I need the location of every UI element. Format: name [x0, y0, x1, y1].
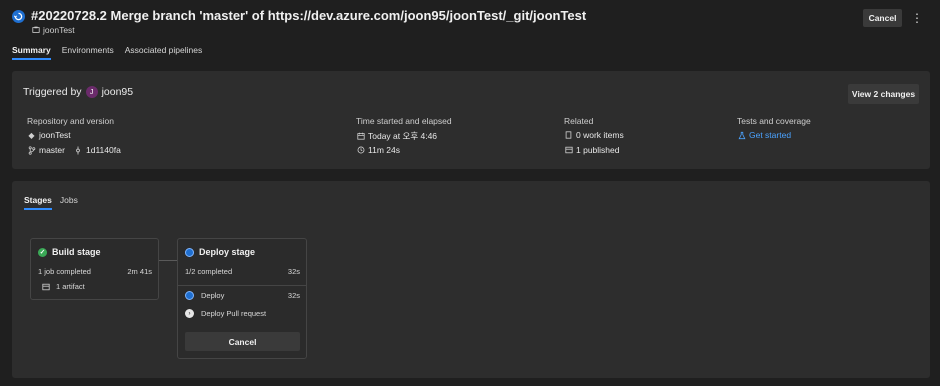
get-started-link[interactable]: Get started [749, 130, 791, 140]
flask-icon [737, 131, 746, 140]
deploy-stage-card[interactable]: Deploy stage 1/2 completed 32s Deploy 32… [177, 238, 307, 359]
deploy-stage-duration: 32s [287, 267, 300, 276]
build-stage-status: 1 job completed [38, 267, 91, 276]
build-stage-duration: 2m 41s [127, 267, 152, 276]
avatar: J [85, 86, 98, 98]
work-items-count[interactable]: 0 work items [576, 130, 624, 140]
tab-environments[interactable]: Environments [62, 45, 114, 60]
in-progress-icon [185, 291, 194, 300]
job-name[interactable]: Deploy Pull request [201, 309, 266, 318]
triggered-by-label: Triggered by [23, 86, 82, 98]
branch-icon [27, 145, 36, 155]
work-items-row[interactable]: 0 work items [564, 130, 624, 140]
tab-summary[interactable]: Summary [12, 45, 51, 60]
build-artifact-row[interactable]: 1 artifact [41, 282, 85, 291]
related-heading: Related [564, 116, 594, 126]
in-progress-icon [185, 247, 194, 257]
commit-icon [74, 145, 83, 155]
time-elapsed-row: 11m 24s [356, 145, 400, 155]
time-started-row: Today at 오후 4:46 [356, 130, 437, 142]
repository-row[interactable]: ◆ joonTest [27, 130, 71, 140]
in-progress-icon [14, 12, 23, 21]
tab-associated-pipelines[interactable]: Associated pipelines [125, 45, 203, 60]
cancel-run-button[interactable]: Cancel [863, 9, 902, 27]
repo-name[interactable]: joonTest [43, 25, 75, 35]
stages-tabs: Stages Jobs [24, 195, 78, 210]
build-stage-header: ✓ Build stage [38, 247, 101, 257]
branch-commit-row: master 1d1140fa [27, 145, 121, 155]
branch-name[interactable]: master [39, 145, 65, 155]
tab-jobs[interactable]: Jobs [60, 195, 78, 210]
work-item-icon [564, 131, 573, 140]
tab-stages[interactable]: Stages [24, 195, 52, 210]
build-stage-title: Build stage [52, 247, 101, 257]
pending-icon: › [185, 309, 194, 318]
time-elapsed: 11m 24s [368, 145, 400, 155]
stage-connector [159, 260, 177, 261]
published-count[interactable]: 1 published [576, 145, 619, 155]
deploy-stage-status: 1/2 completed [185, 267, 233, 276]
success-check-icon: ✓ [38, 247, 47, 257]
run-status-icon [12, 10, 25, 23]
repository-heading: Repository and version [27, 116, 114, 126]
tests-row[interactable]: Get started [737, 130, 791, 140]
tests-heading: Tests and coverage [737, 116, 811, 126]
run-title: #20220728.2 Merge branch 'master' of htt… [31, 8, 587, 23]
commit-id[interactable]: 1d1140fa [86, 145, 121, 155]
job-duration: 32s [287, 291, 300, 300]
job-name[interactable]: Deploy [201, 291, 224, 300]
deploy-stage-header: Deploy stage [185, 247, 255, 257]
triggered-by-user[interactable]: joon95 [102, 86, 134, 98]
repository-name[interactable]: joonTest [39, 130, 71, 140]
stages-card: Stages Jobs ✓ Build stage 1 job complete… [12, 181, 930, 378]
divider [178, 285, 306, 286]
published-row[interactable]: 1 published [564, 145, 619, 155]
triggered-by: Triggered by J joon95 [23, 86, 133, 98]
clock-icon [356, 146, 365, 155]
artifact-icon [564, 146, 573, 155]
view-changes-button[interactable]: View 2 changes [848, 84, 919, 104]
job-row-deploy-pull-request[interactable]: › Deploy Pull request [185, 309, 266, 318]
build-artifact-count[interactable]: 1 artifact [56, 282, 85, 291]
artifact-icon [41, 282, 50, 291]
repo-icon [31, 26, 40, 35]
job-row-deploy[interactable]: Deploy [185, 291, 224, 300]
deploy-stage-title: Deploy stage [199, 247, 256, 257]
repo-subtitle[interactable]: joonTest [31, 25, 75, 35]
calendar-icon [356, 132, 365, 141]
time-heading: Time started and elapsed [356, 116, 452, 126]
git-repo-icon: ◆ [28, 130, 35, 140]
cancel-stage-button[interactable]: Cancel [185, 332, 300, 351]
time-started: Today at 오후 4:46 [368, 131, 438, 141]
run-summary-card: Triggered by J joon95 View 2 changes Rep… [12, 71, 930, 169]
more-actions-button[interactable]: ⋮ [910, 9, 924, 27]
page-tabs: Summary Environments Associated pipeline… [12, 45, 202, 60]
build-stage-card[interactable]: ✓ Build stage 1 job completed 2m 41s 1 a… [30, 238, 159, 300]
